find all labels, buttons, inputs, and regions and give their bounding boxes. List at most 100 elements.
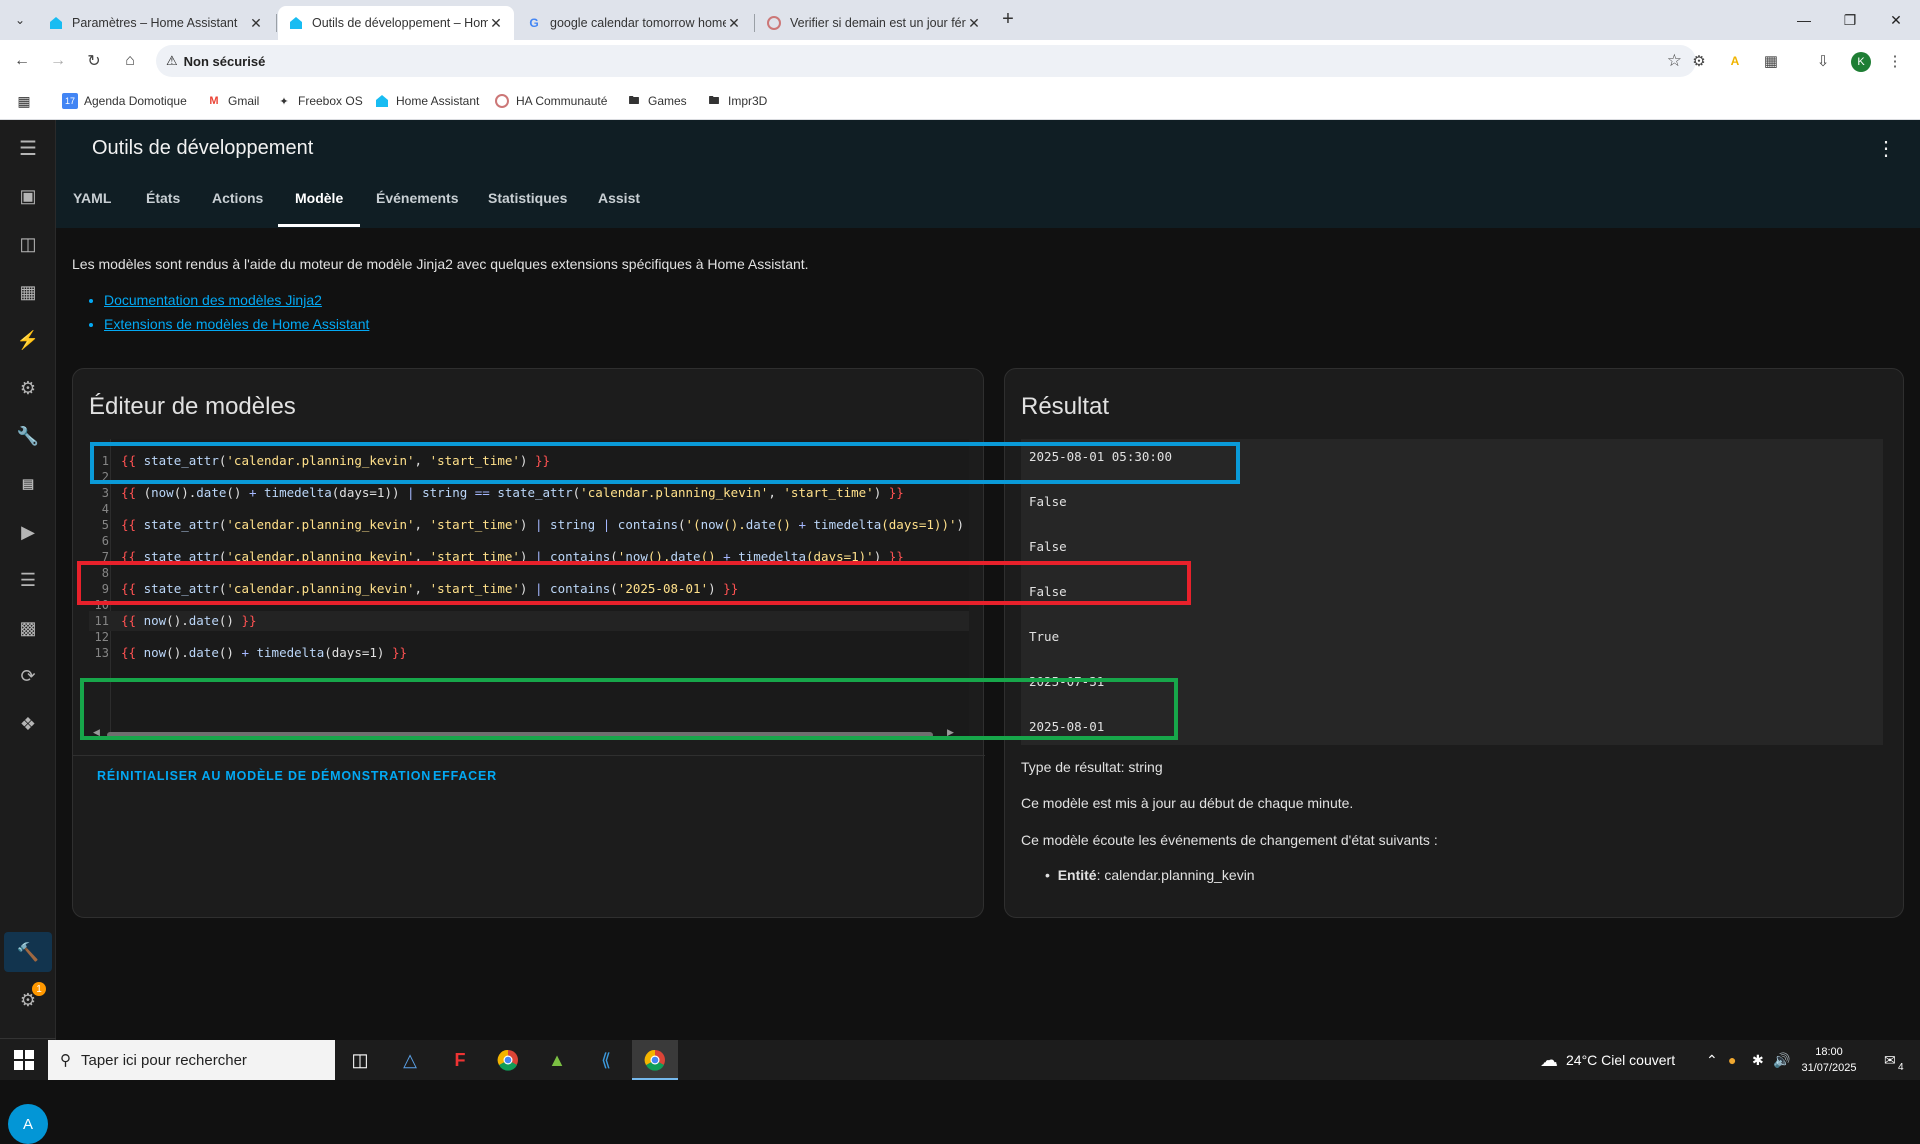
warning-icon: ⚠ — [166, 53, 178, 68]
vscode-icon[interactable]: ⟪ — [592, 1046, 620, 1074]
network-icon[interactable]: ✱ — [1752, 1040, 1764, 1080]
tab-parametres[interactable]: Paramètres – Home Assistant ✕ — [38, 6, 274, 40]
map-icon[interactable]: ▣ — [16, 184, 40, 208]
tab-separator — [754, 14, 755, 32]
minimize-icon[interactable]: — — [1781, 0, 1827, 40]
sidebar-divider — [0, 1038, 56, 1039]
puzzle-extensions-icon[interactable]: ▦ — [1760, 50, 1782, 72]
chrome-icon[interactable] — [494, 1046, 522, 1074]
bookmark-label: Agenda Domotique — [84, 94, 187, 108]
esphome-icon[interactable]: ⟳ — [16, 664, 40, 688]
bookmark-agenda-domotique[interactable]: 17 Agenda Domotique — [62, 92, 187, 110]
compass-icon[interactable]: ❖ — [16, 712, 40, 736]
close-tab-icon[interactable]: ✕ — [248, 15, 264, 32]
new-tab-plus-icon[interactable]: + — [996, 8, 1020, 32]
address-bar[interactable]: ⚠ Non sécurisé ☆ — [156, 45, 1696, 77]
tab-outils-developpement[interactable]: Outils de développement – Home Assistant… — [278, 6, 514, 40]
user-avatar[interactable]: A — [8, 1104, 48, 1144]
developer-tools-icon[interactable]: 🔨 — [16, 940, 40, 964]
extension-icon[interactable]: ⚙ — [1688, 50, 1710, 72]
link-ha-extensions[interactable]: Extensions de modèles de Home Assistant — [104, 316, 369, 332]
forward-arrow-icon[interactable]: → — [46, 49, 70, 73]
tab-jour-ferie[interactable]: Verifier si demain est un jour férié ✕ — [756, 6, 992, 40]
clear-button[interactable]: EFFACER — [433, 769, 497, 783]
freebox-icon: ✦ — [279, 95, 289, 108]
close-window-icon[interactable]: ✕ — [1873, 0, 1919, 40]
browser-toolbar: ← → ↻ ⌂ ⚠ Non sécurisé ☆ ⚙ A ▦ ⇩ ⋮ — [0, 40, 1920, 82]
blue-annotation-box — [90, 442, 1240, 484]
windows-start-icon[interactable] — [14, 1050, 34, 1070]
close-tab-icon[interactable]: ✕ — [488, 15, 504, 32]
notification-icon[interactable]: ✉ — [1884, 1040, 1896, 1080]
bookmark-label: Home Assistant — [396, 94, 480, 108]
bookmark-star-icon[interactable]: ☆ — [1667, 51, 1682, 71]
apps-grid-icon[interactable]: ▦ — [16, 92, 38, 110]
doc-links: Documentation des modèles Jinja2 Extensi… — [104, 292, 369, 340]
listen-note: Ce modèle écoute les événements de chang… — [1021, 832, 1438, 848]
download-icon[interactable]: ⇩ — [1812, 50, 1834, 72]
tab-title: Verifier si demain est un jour férié — [790, 16, 966, 30]
history-icon[interactable]: ☰ — [16, 568, 40, 592]
app-triangle-icon[interactable]: ▲ — [543, 1046, 571, 1074]
tab-actions[interactable]: Actions — [212, 190, 263, 206]
green-annotation-box — [80, 678, 1178, 740]
ha-sidebar: ☰ ▣ ◫ ▦ ⚡ ⚙ 🔧 ▤ ▶ ☰ ▩ ⟳ ❖ 🔨 ⚙ 1 🔔 A — [0, 120, 56, 1144]
result-title: Résultat — [1021, 393, 1110, 420]
tab-search-chevron-icon[interactable]: ⌄ — [8, 8, 32, 32]
link-jinja2-docs[interactable]: Documentation des modèles Jinja2 — [104, 292, 322, 308]
tab-title: Outils de développement – Home Assistant — [312, 16, 488, 30]
tab-google-search[interactable]: G google calendar tomorrow home assistan… — [516, 6, 752, 40]
restore-icon[interactable]: ❐ — [1827, 0, 1873, 40]
active-tab-indicator — [278, 224, 360, 227]
settings-icon[interactable]: ⚙ — [16, 376, 40, 400]
community-icon — [766, 15, 782, 31]
reset-demo-button[interactable]: RÉINITIALISER AU MODÈLE DE DÉMONSTRATION — [97, 769, 431, 783]
taskbar-clock[interactable]: 18:00 31/07/2025 — [1784, 1044, 1874, 1076]
taskbar-search[interactable]: ⚲ Taper ici pour rechercher — [48, 1040, 335, 1080]
home-icon[interactable]: ⌂ — [118, 49, 142, 73]
entity-value: : calendar.planning_kevin — [1096, 867, 1255, 883]
reload-icon[interactable]: ↻ — [82, 49, 106, 73]
energy-icon[interactable]: ⚡ — [16, 328, 40, 352]
tab-statistiques[interactable]: Statistiques — [488, 190, 567, 206]
app-icon[interactable]: △ — [396, 1046, 424, 1074]
close-tab-icon[interactable]: ✕ — [726, 15, 742, 32]
weather-widget[interactable]: ☁ 24°C Ciel couvert — [1540, 1040, 1675, 1080]
tab-assist[interactable]: Assist — [598, 190, 640, 206]
tab-yaml[interactable]: YAML — [73, 190, 111, 206]
tray-chevron-icon[interactable]: ⌃ — [1706, 1040, 1718, 1080]
bookmark-home-assistant[interactable]: Home Assistant — [374, 92, 479, 110]
dashboard-icon[interactable]: ▦ — [16, 280, 40, 304]
bookmark-folder-impr3d[interactable]: 🖿 Impr3D — [706, 92, 768, 110]
logbook-icon[interactable]: ◫ — [16, 232, 40, 256]
ha-main-content: Les modèles sont rendus à l'aide du mote… — [56, 228, 1920, 1052]
media-icon[interactable]: ▶ — [16, 520, 40, 544]
tab-evenements[interactable]: Événements — [376, 190, 458, 206]
chrome-profile-icon[interactable] — [641, 1046, 669, 1074]
grammar-extension-icon[interactable]: A — [1724, 50, 1746, 72]
result-line: False — [1029, 539, 1067, 554]
hacs-icon[interactable]: ▤ — [16, 472, 40, 496]
code-line[interactable]: 13 {{ now().date() + timedelta(days=1) }} — [89, 643, 969, 663]
cloud-icon: ☁ — [1540, 1049, 1558, 1070]
overflow-menu-icon[interactable]: ⋮ — [1876, 136, 1896, 161]
close-tab-icon[interactable]: ✕ — [966, 15, 982, 32]
bookmark-ha-communaute[interactable]: HA Communauté — [494, 92, 607, 110]
tools-icon[interactable]: 🔧 — [16, 424, 40, 448]
tab-etats[interactable]: États — [146, 190, 180, 206]
editor-title: Éditeur de modèles — [89, 393, 296, 420]
task-view-icon[interactable]: ◫ — [346, 1046, 374, 1074]
bookmark-gmail[interactable]: M Gmail — [206, 92, 259, 110]
profile-avatar[interactable]: K — [1851, 52, 1871, 72]
menu-icon[interactable]: ☰ — [16, 136, 40, 160]
tab-title: Paramètres – Home Assistant — [72, 16, 238, 30]
browser-menu-icon[interactable]: ⋮ — [1884, 50, 1906, 72]
bookmark-folder-games[interactable]: 🖿 Games — [626, 92, 687, 110]
back-arrow-icon[interactable]: ← — [10, 49, 34, 73]
link-item: Extensions de modèles de Home Assistant — [104, 316, 369, 332]
tray-app-icon[interactable]: ● — [1728, 1040, 1736, 1080]
terminal-icon[interactable]: ▩ — [16, 616, 40, 640]
tab-modele[interactable]: Modèle — [295, 190, 343, 206]
bookmark-freebox[interactable]: ✦ Freebox OS — [276, 92, 362, 110]
app-f-icon[interactable]: F — [446, 1046, 474, 1074]
